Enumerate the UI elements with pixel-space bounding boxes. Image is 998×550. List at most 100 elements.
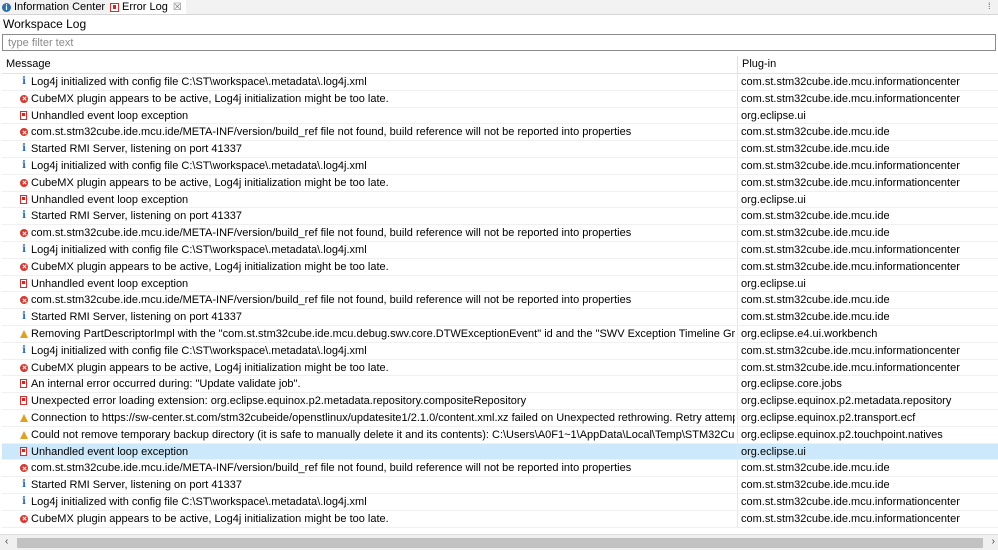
message-cell: Unhandled event loop exception xyxy=(31,277,189,290)
table-row[interactable]: i Log4j initialized with config file C:\S… xyxy=(2,157,998,175)
message-cell: com.st.stm32cube.ide.mcu.ide/META-INF/ve… xyxy=(31,126,632,139)
table-row[interactable]: Unhandled event loop exception org.eclips… xyxy=(2,107,998,125)
error-icon xyxy=(20,229,28,238)
plugin-cell: com.st.stm32cube.ide.mcu.ide xyxy=(741,462,890,475)
table-row[interactable]: i Log4j initialized with config file C:\S… xyxy=(2,74,998,91)
scroll-right-icon[interactable]: › xyxy=(992,536,995,547)
info-icon: i xyxy=(22,311,26,323)
message-cell: Started RMI Server, listening on port 41… xyxy=(31,479,242,492)
table-row[interactable]: Connection to https://sw-center.st.com/s… xyxy=(2,409,998,427)
horizontal-scrollbar[interactable]: ‹ › xyxy=(0,534,998,550)
view-menu-icon[interactable]: ⁞ xyxy=(988,1,996,11)
table-row[interactable]: Unhandled event loop exception org.eclips… xyxy=(2,443,998,461)
cell-divider xyxy=(737,124,738,141)
message-cell: Unhandled event loop exception xyxy=(31,445,189,458)
table-row[interactable]: com.st.stm32cube.ide.mcu.ide/META-INF/ve… xyxy=(2,225,998,242)
page-title: Workspace Log xyxy=(3,17,87,31)
event-error-icon xyxy=(20,396,27,406)
message-cell: Log4j initialized with config file C:\ST… xyxy=(31,159,367,172)
table-row[interactable]: CubeMX plugin appears to be active, Log4… xyxy=(2,510,998,528)
table-row[interactable]: com.st.stm32cube.ide.mcu.ide/META-INF/ve… xyxy=(2,292,998,310)
info-icon: i xyxy=(2,2,11,12)
column-header-plugin[interactable]: Plug-in xyxy=(742,56,776,73)
tab-information-center-label: Information Center xyxy=(14,0,106,13)
filter-input[interactable] xyxy=(2,34,996,51)
cell-divider xyxy=(737,493,738,510)
cell-divider xyxy=(737,275,738,292)
message-cell: CubeMX plugin appears to be active, Log4… xyxy=(31,176,389,189)
table-row[interactable]: Unhandled event loop exception org.eclips… xyxy=(2,275,998,293)
view-tab-bar: i Information Center Error Log ☒ ⁞ xyxy=(0,0,998,15)
message-cell: An internal error occurred during: "Upda… xyxy=(31,378,301,391)
table-row[interactable]: com.st.stm32cube.ide.mcu.ide/META-INF/ve… xyxy=(2,124,998,142)
table-body: i Log4j initialized with config file C:\S… xyxy=(2,74,998,528)
table-row[interactable]: i Log4j initialized with config file C:\S… xyxy=(2,342,998,360)
table-row[interactable]: com.st.stm32cube.ide.mcu.ide/META-INF/ve… xyxy=(2,460,998,478)
table-row[interactable]: CubeMX plugin appears to be active, Log4… xyxy=(2,258,998,276)
tab-error-log[interactable]: Error Log ☒ xyxy=(110,0,186,14)
cell-divider xyxy=(737,90,738,107)
cell-divider xyxy=(737,225,738,242)
plugin-cell: com.st.stm32cube.ide.mcu.informationcent… xyxy=(741,176,960,189)
warning-icon xyxy=(20,430,28,439)
event-error-icon xyxy=(20,110,27,120)
table-row[interactable]: An internal error occurred during: "Upda… xyxy=(2,376,998,394)
cell-divider xyxy=(737,409,738,426)
table-row[interactable]: CubeMX plugin appears to be active, Log4… xyxy=(2,90,998,108)
column-header-message[interactable]: Message xyxy=(6,56,734,73)
table-row[interactable]: CubeMX plugin appears to be active, Log4… xyxy=(2,359,998,377)
tab-error-log-label: Error Log xyxy=(122,0,168,13)
event-error-icon xyxy=(20,446,27,456)
message-cell: Connection to https://sw-center.st.com/s… xyxy=(31,411,735,424)
cell-divider xyxy=(737,443,738,460)
cell-divider xyxy=(737,309,738,326)
table-row[interactable]: i Log4j initialized with config file C:\S… xyxy=(2,493,998,511)
table-row[interactable]: i Log4j initialized with config file C:\S… xyxy=(2,241,998,259)
error-log-icon xyxy=(110,2,119,12)
plugin-cell: com.st.stm32cube.ide.mcu.ide xyxy=(741,126,890,139)
table-row[interactable]: i Started RMI Server, listening on port 4… xyxy=(2,208,998,226)
error-icon xyxy=(20,363,28,372)
info-icon: i xyxy=(22,344,26,356)
plugin-cell: org.eclipse.e4.ui.workbench xyxy=(741,327,878,340)
message-cell: Started RMI Server, listening on port 41… xyxy=(31,143,242,156)
cell-divider xyxy=(737,393,738,410)
plugin-cell: org.eclipse.ui xyxy=(741,445,806,458)
table-row[interactable]: Unhandled event loop exception org.eclips… xyxy=(2,191,998,209)
close-icon[interactable]: ☒ xyxy=(173,1,182,14)
plugin-cell: com.st.stm32cube.ide.mcu.ide xyxy=(741,143,890,156)
plugin-cell: com.st.stm32cube.ide.mcu.informationcent… xyxy=(741,344,960,357)
table-row[interactable]: i Started RMI Server, listening on port 4… xyxy=(2,309,998,326)
message-cell: Started RMI Server, listening on port 41… xyxy=(31,210,242,223)
table-row[interactable]: Removing PartDescriptorImpl with the "co… xyxy=(2,325,998,343)
column-divider[interactable] xyxy=(737,56,738,73)
plugin-cell: com.st.stm32cube.ide.mcu.ide xyxy=(741,479,890,492)
info-icon: i xyxy=(22,210,26,222)
cell-divider xyxy=(737,359,738,376)
plugin-cell: com.st.stm32cube.ide.mcu.ide xyxy=(741,210,890,223)
message-cell: Removing PartDescriptorImpl with the "co… xyxy=(31,327,735,340)
info-icon: i xyxy=(22,76,26,87)
scroll-left-icon[interactable]: ‹ xyxy=(5,536,8,547)
table-row[interactable]: i Started RMI Server, listening on port 4… xyxy=(2,477,998,494)
scrollbar-thumb[interactable] xyxy=(17,538,983,548)
message-cell: CubeMX plugin appears to be active, Log4… xyxy=(31,512,389,525)
warning-icon xyxy=(20,329,28,338)
table-row[interactable]: i Started RMI Server, listening on port 4… xyxy=(2,141,998,158)
cell-divider xyxy=(737,292,738,309)
plugin-cell: org.eclipse.core.jobs xyxy=(741,378,842,391)
plugin-cell: com.st.stm32cube.ide.mcu.informationcent… xyxy=(741,495,960,508)
plugin-cell: org.eclipse.ui xyxy=(741,193,806,206)
table-row[interactable]: Could not remove temporary backup direct… xyxy=(2,426,998,444)
plugin-cell: com.st.stm32cube.ide.mcu.informationcent… xyxy=(741,243,960,256)
message-cell: Unhandled event loop exception xyxy=(31,193,189,206)
log-table: Message Plug-in i Log4j initialized with … xyxy=(2,56,998,529)
table-row[interactable]: CubeMX plugin appears to be active, Log4… xyxy=(2,174,998,192)
cell-divider xyxy=(737,174,738,191)
tab-information-center[interactable]: i Information Center xyxy=(2,0,105,14)
error-icon xyxy=(20,296,28,305)
error-icon xyxy=(20,128,28,137)
error-icon xyxy=(20,178,28,187)
table-row[interactable]: Unexpected error loading extension: org.… xyxy=(2,393,998,410)
message-cell: Unexpected error loading extension: org.… xyxy=(31,395,527,408)
